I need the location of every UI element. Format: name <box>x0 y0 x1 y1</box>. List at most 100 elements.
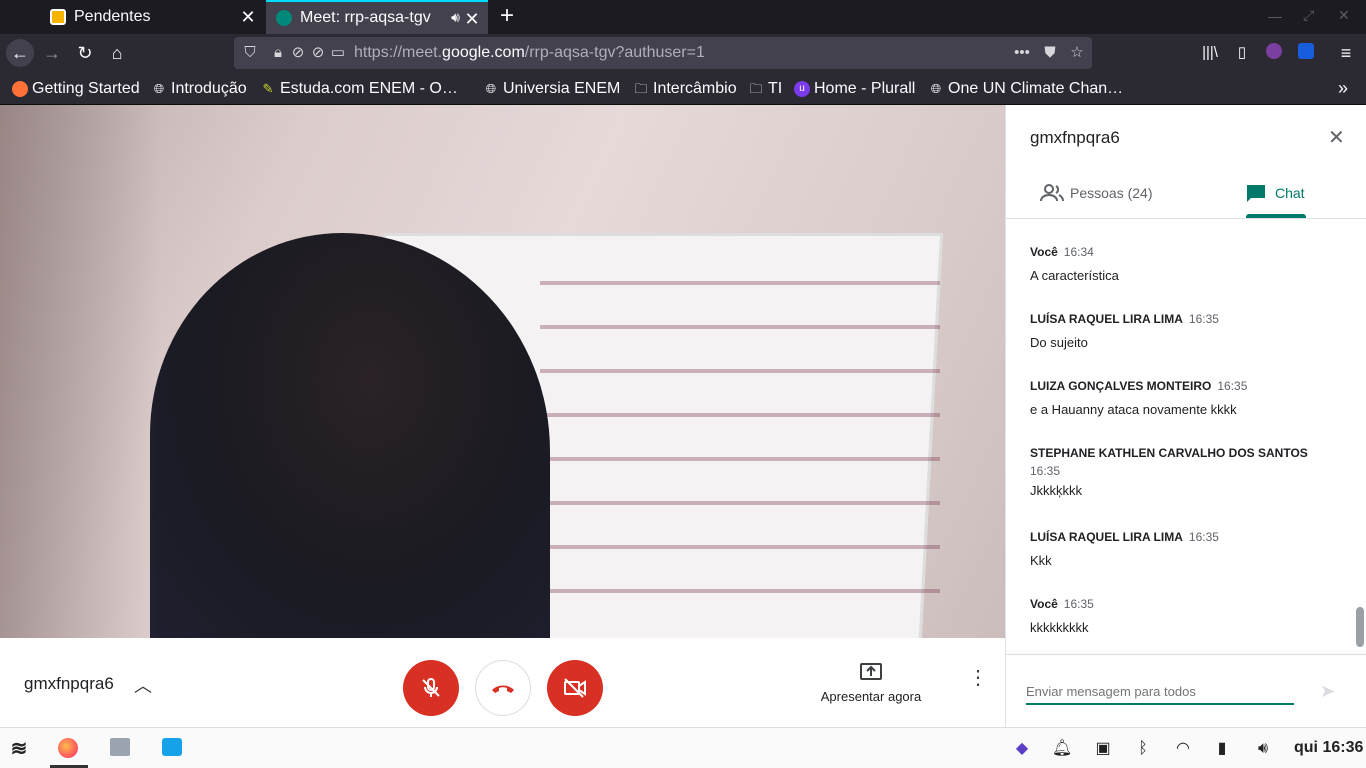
bookmarks-overflow-icon[interactable]: » <box>1338 78 1348 99</box>
chat-permission-icon[interactable]: ▭ <box>328 43 348 63</box>
message-text: e a Hauanny ataca novamente kkkk <box>1030 402 1237 417</box>
sidebar-icon[interactable]: ▯ <box>1228 39 1256 67</box>
bookmark-universia[interactable]: 🌐︎ Universia ENEM <box>483 79 621 99</box>
side-panel: gmxfnpqra6 ✕ Pessoas (24) Chat Você 16:34… <box>1005 105 1366 727</box>
lock-icon[interactable]: 🔒︎ <box>268 43 288 63</box>
new-tab-button[interactable]: + <box>496 2 518 30</box>
camera-blocked-icon[interactable]: ⊘ <box>288 43 308 63</box>
tab-title: Pendentes <box>74 8 151 25</box>
meet-page: gmxfnpqra6 ︿ Apresentar agora ⋮ gmxfnpqr… <box>0 105 1366 727</box>
chat-message: Você 16:34 A característica <box>1030 243 1330 283</box>
chat-message: STEPHANE KATHLEN CARVALHO DOS SANTOS 16:3… <box>1030 444 1320 498</box>
tracking-shield-icon[interactable]: ⛉ <box>240 43 260 63</box>
volume-icon[interactable]: 🔊︎ <box>1252 738 1274 760</box>
home-icon[interactable]: ⌂ <box>103 39 131 67</box>
pocket-icon[interactable]: ⛊ <box>1040 43 1060 63</box>
library-icon[interactable]: |||\ <box>1196 39 1224 67</box>
bookmark-climate[interactable]: 🌐︎ One UN Climate Chan… <box>928 79 1123 99</box>
tab-people-label: Pessoas (24) <box>1070 185 1153 201</box>
screenshot-icon[interactable]: ▣ <box>1092 738 1114 760</box>
more-actions-icon[interactable]: ••• <box>1012 43 1032 63</box>
mic-blocked-icon[interactable]: ⊘ <box>308 43 328 63</box>
folder-icon: 🗀︎ <box>749 81 763 96</box>
firefox-taskbar-icon[interactable] <box>57 738 79 760</box>
notifications-icon[interactable]: 🔔︎ <box>1051 738 1073 760</box>
bookmark-estuda[interactable]: ✎ Estuda.com ENEM - O… <box>260 79 458 99</box>
bookmarks-toolbar: Getting Started 🌐︎ Introdução ✎ Estuda.c… <box>0 72 1366 105</box>
navigation-toolbar: ← → ↻ ⌂ ⛉ 🔒︎ ⊘ ⊘ ▭ https://meet.google.c… <box>0 34 1366 72</box>
wifi-icon[interactable]: ◠ <box>1172 738 1194 760</box>
present-label: Apresentar agora <box>820 689 922 704</box>
close-tab-icon[interactable]: ✕ <box>464 10 480 28</box>
bookmark-introducao[interactable]: 🌐︎ Introdução <box>151 79 247 99</box>
bookmark-label: Introdução <box>171 80 247 97</box>
tab-people[interactable]: Pessoas (24) <box>1040 183 1152 203</box>
plurall-icon: u <box>794 81 810 97</box>
chat-scrollbar[interactable] <box>1356 607 1364 647</box>
bookmark-ti[interactable]: 🗀︎ TI <box>748 79 782 99</box>
url-text: https://meet.google.com/rrp-aqsa-tgv?aut… <box>354 44 705 61</box>
message-time: 16:35 <box>1188 312 1219 326</box>
tab-pendentes[interactable]: Pendentes ✕ <box>40 0 264 34</box>
url-bar[interactable]: ⛉ 🔒︎ ⊘ ⊘ ▭ https://meet.google.com/rrp-a… <box>234 37 1092 69</box>
tab-meet[interactable]: Meet: rrp-aqsa-tgv 🔊︎ ✕ <box>266 0 488 34</box>
close-panel-icon[interactable]: ✕ <box>1328 125 1345 150</box>
speaker-icon[interactable]: 🔊︎ <box>451 9 460 26</box>
camera-off-button[interactable] <box>547 660 603 716</box>
maximize-icon[interactable]: ⤢ <box>1303 7 1314 24</box>
message-sender: LUÍSA RAQUEL LIRA LIMA <box>1030 530 1183 544</box>
reload-icon[interactable]: ↻ <box>71 39 99 67</box>
bookmark-star-icon[interactable]: ☆ <box>1067 43 1087 63</box>
message-sender: Você <box>1030 597 1058 611</box>
bookmark-intercambio[interactable]: 🗀︎ Intercâmbio <box>633 79 736 99</box>
message-time: 16:35 <box>1188 530 1219 544</box>
menu-icon[interactable]: ≡ <box>1332 39 1360 67</box>
zorin-menu-icon[interactable]: ≋ <box>8 738 30 760</box>
files-icon[interactable] <box>109 738 131 760</box>
present-now-button[interactable]: Apresentar agora <box>812 662 930 712</box>
estuda-icon: ✎ <box>262 81 274 96</box>
bookmark-label: One UN Climate Chan… <box>948 80 1124 97</box>
software-store-icon[interactable] <box>161 738 183 760</box>
globe-icon: 🌐︎ <box>485 81 497 96</box>
chat-message-input[interactable] <box>1026 679 1294 705</box>
chevron-up-icon[interactable]: ︿ <box>134 672 152 698</box>
chat-message: LUIZA GONÇALVES MONTEIRO 16:35 e a Hauann… <box>1030 377 1330 417</box>
bluetooth-icon[interactable]: ᛒ <box>1132 738 1154 760</box>
message-time: 16:34 <box>1063 245 1094 259</box>
forward-icon[interactable]: → <box>38 39 66 67</box>
message-text: Kkk <box>1030 553 1052 568</box>
tab-chat[interactable]: Chat <box>1245 183 1305 203</box>
message-sender: STEPHANE KATHLEN CARVALHO DOS SANTOS <box>1030 446 1308 460</box>
bookmark-getting-started[interactable]: Getting Started <box>12 79 140 99</box>
bookmark-label: Universia ENEM <box>503 80 621 97</box>
message-time: 16:35 <box>1217 379 1248 393</box>
classroom-icon <box>50 9 66 25</box>
close-window-icon[interactable]: ✕ <box>1338 7 1350 24</box>
present-icon <box>860 663 882 680</box>
self-name: gmxfnpqra6 <box>24 674 114 693</box>
send-icon[interactable]: ➤ <box>1320 681 1335 702</box>
minimize-icon[interactable]: — <box>1268 8 1282 24</box>
globe-icon: 🌐︎ <box>930 81 942 96</box>
bookmark-plurall[interactable]: u Home - Plurall <box>794 79 915 99</box>
leave-call-button[interactable] <box>475 660 531 716</box>
message-text: Jkkkķkkk <box>1030 483 1082 498</box>
profile-extension-icon[interactable] <box>1260 39 1288 67</box>
mic-off-button[interactable] <box>403 660 459 716</box>
camera-off-icon <box>564 678 586 698</box>
clock[interactable]: qui 16:36 <box>1294 739 1363 757</box>
tray-app-icon[interactable]: ◆ <box>1011 738 1033 760</box>
bitwarden-icon[interactable] <box>1292 39 1320 67</box>
bookmark-label: Getting Started <box>32 80 140 97</box>
more-options-icon[interactable]: ⋮ <box>968 668 988 688</box>
close-tab-icon[interactable]: ✕ <box>240 8 256 26</box>
back-icon[interactable]: ← <box>6 39 34 67</box>
composer-divider <box>1006 654 1366 655</box>
message-sender: LUÍSA RAQUEL LIRA LIMA <box>1030 312 1183 326</box>
chat-message: Você 16:35 kkkkkkkkk <box>1030 595 1330 635</box>
whiteboard-writing <box>540 255 940 625</box>
message-text: kkkkkkkkk <box>1030 620 1089 635</box>
battery-icon[interactable]: ▮ <box>1211 738 1233 760</box>
shadow-wall <box>0 105 160 638</box>
